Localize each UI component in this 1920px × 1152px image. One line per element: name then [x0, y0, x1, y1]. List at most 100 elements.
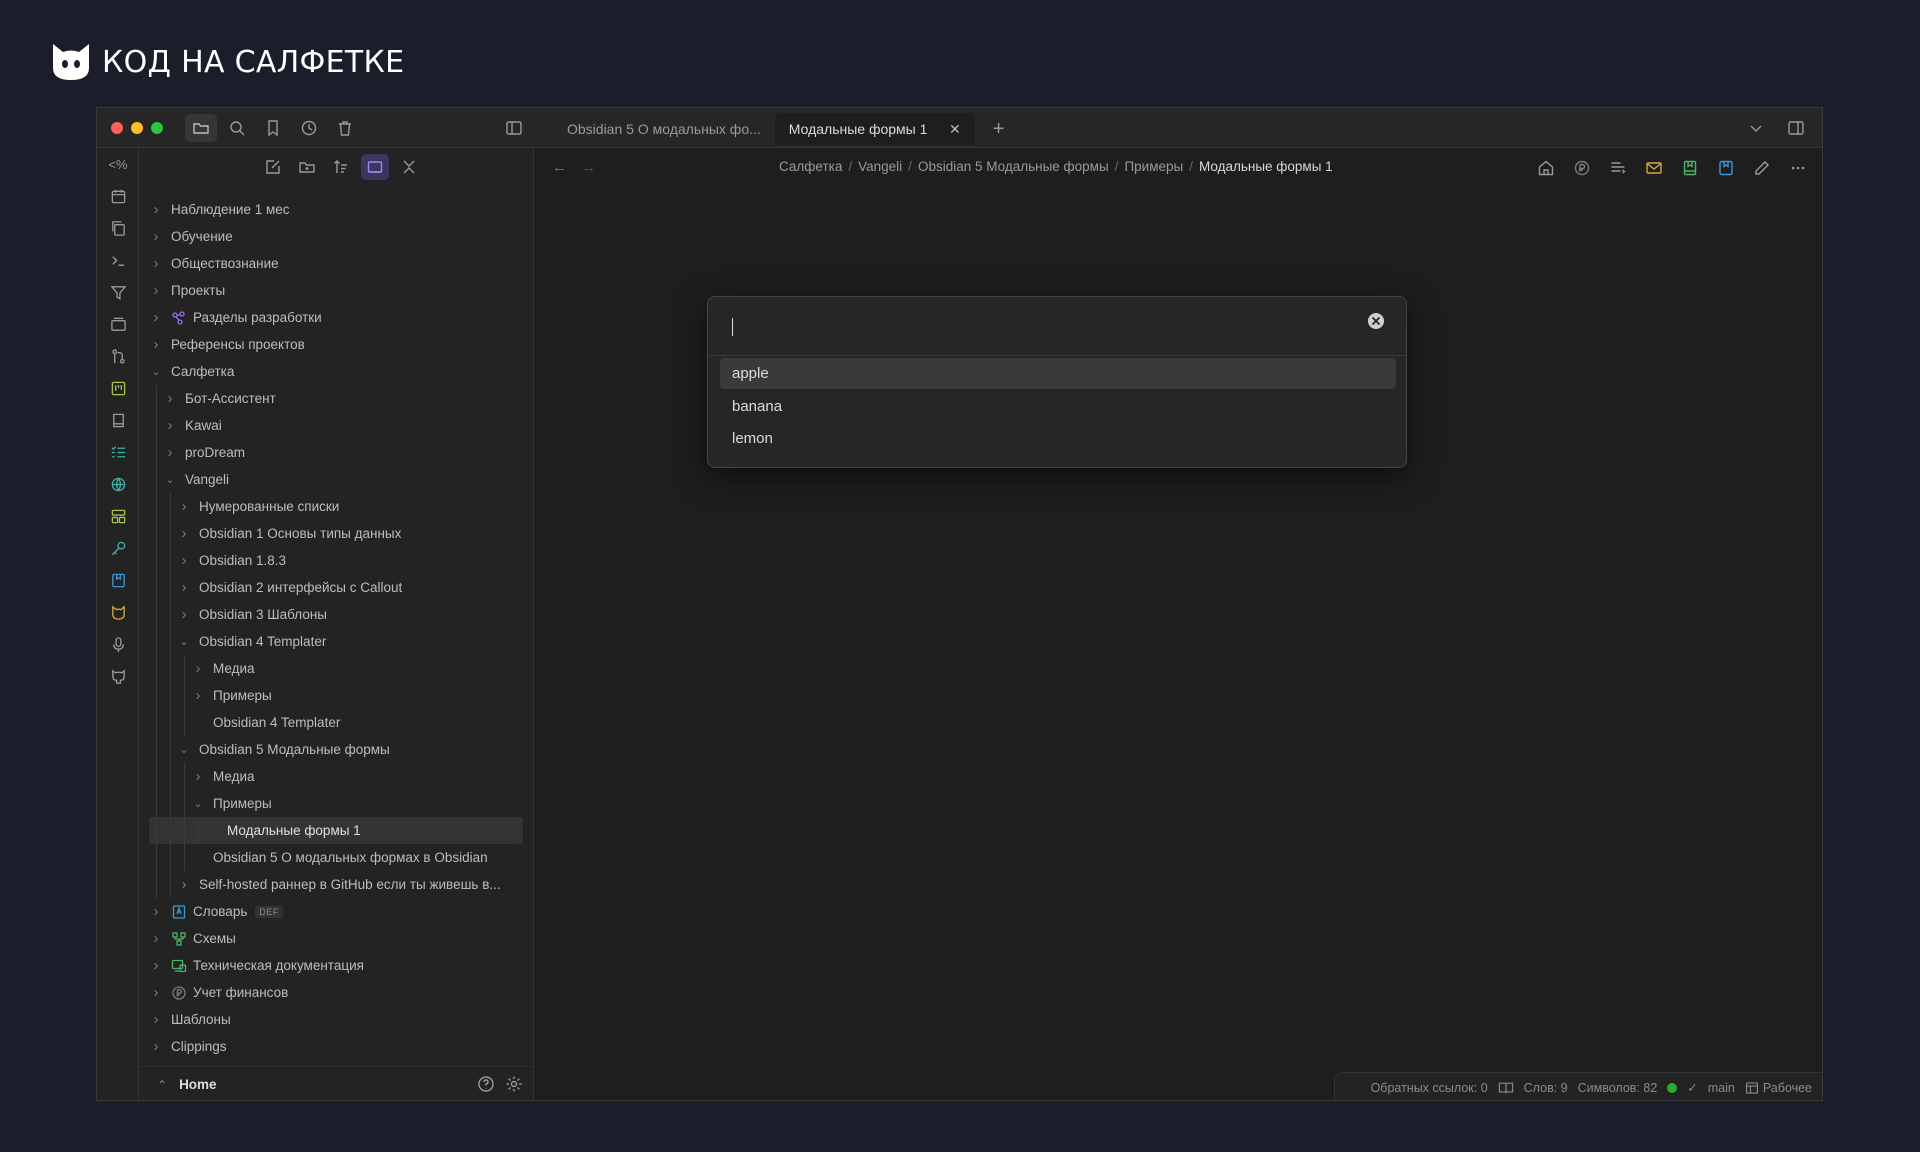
back-arrow-icon[interactable]: ←: [552, 159, 567, 176]
chevron-right-icon[interactable]: ›: [149, 1038, 163, 1055]
chevron-right-icon[interactable]: ›: [191, 660, 205, 677]
chevron-right-icon[interactable]: ›: [149, 282, 163, 299]
collapse-all-icon[interactable]: [395, 154, 423, 180]
tab-modal-forms-1[interactable]: Модальные формы 1 ✕: [774, 113, 975, 145]
folder-item[interactable]: ⌄ Салфетка: [139, 358, 533, 385]
folder-item[interactable]: › Obsidian 2 интерфейсы с Callout: [139, 574, 533, 601]
chevron-right-icon[interactable]: ›: [163, 417, 177, 434]
file-item[interactable]: Модальные формы 1: [149, 817, 523, 844]
terminal-icon[interactable]: [97, 244, 139, 276]
folder-item[interactable]: › Clippings: [139, 1033, 533, 1060]
search-icon[interactable]: [221, 114, 253, 142]
chevron-down-icon[interactable]: [1740, 114, 1772, 142]
folder-item[interactable]: › Референсы проектов: [139, 331, 533, 358]
clear-input-icon[interactable]: [1366, 311, 1386, 331]
folder-item[interactable]: › Учет финансов: [139, 979, 533, 1006]
suggestion-item[interactable]: lemon: [720, 423, 1396, 454]
folder-item[interactable]: ⌄ Obsidian 4 Templater: [139, 628, 533, 655]
chevron-right-icon[interactable]: ›: [149, 957, 163, 974]
book-green-icon[interactable]: [1674, 154, 1706, 182]
suggester-input[interactable]: [720, 309, 1396, 345]
clock-icon[interactable]: [293, 114, 325, 142]
chevron-down-icon[interactable]: ⌄: [177, 635, 191, 648]
folder-item[interactable]: ⌄ Примеры: [139, 790, 533, 817]
folder-item[interactable]: › Техническая документация: [139, 952, 533, 979]
folder-item[interactable]: › Обществознание: [139, 250, 533, 277]
copy-icon[interactable]: [97, 212, 139, 244]
folder-item[interactable]: › Obsidian 1 Основы типы данных: [139, 520, 533, 547]
file-item[interactable]: Obsidian 4 Templater: [139, 709, 533, 736]
sync-status-dot[interactable]: [1667, 1082, 1678, 1093]
new-note-icon[interactable]: [259, 154, 287, 180]
dashboard-icon[interactable]: [97, 500, 139, 532]
filter-icon[interactable]: [97, 276, 139, 308]
book-icon[interactable]: [97, 404, 139, 436]
reading-mode-icon[interactable]: [1498, 1081, 1514, 1095]
trash-icon[interactable]: [329, 114, 361, 142]
folder-item[interactable]: › proDream: [139, 439, 533, 466]
bookmark-blue-icon[interactable]: [97, 564, 139, 596]
close-window-button[interactable]: [111, 122, 123, 134]
backlinks-count[interactable]: Обратных ссылок: 0: [1371, 1081, 1488, 1095]
folder-item[interactable]: › Наблюдение 1 мес: [139, 196, 533, 223]
chevron-down-icon[interactable]: ⌄: [177, 743, 191, 756]
edit-icon[interactable]: [1746, 154, 1778, 182]
chevron-right-icon[interactable]: ›: [149, 930, 163, 947]
key-icon[interactable]: [97, 532, 139, 564]
folder-item[interactable]: ⌄ Vangeli: [139, 466, 533, 493]
folder-item[interactable]: › Примеры: [139, 682, 533, 709]
chevron-down-icon[interactable]: ⌄: [191, 797, 205, 810]
bookmark-blue-icon[interactable]: [1710, 154, 1742, 182]
templater-icon[interactable]: <%: [97, 148, 139, 180]
new-folder-icon[interactable]: [293, 154, 321, 180]
chevron-right-icon[interactable]: ›: [163, 444, 177, 461]
breadcrumb-item[interactable]: Примеры: [1124, 159, 1183, 174]
close-tab-icon[interactable]: ✕: [949, 121, 961, 138]
chevron-down-icon[interactable]: ⌄: [149, 365, 163, 378]
kanban-icon[interactable]: [97, 372, 139, 404]
chevron-right-icon[interactable]: ›: [149, 228, 163, 245]
zoom-window-button[interactable]: [151, 122, 163, 134]
chevron-right-icon[interactable]: ›: [163, 390, 177, 407]
chevron-right-icon[interactable]: ›: [177, 579, 191, 596]
toggle-right-sidebar-icon[interactable]: [1780, 114, 1812, 142]
chevron-right-icon[interactable]: ›: [177, 498, 191, 515]
chevron-right-icon[interactable]: ›: [177, 876, 191, 893]
mic-icon[interactable]: [97, 628, 139, 660]
folder-item[interactable]: › Медиа: [139, 655, 533, 682]
cat-icon[interactable]: [97, 596, 139, 628]
tab-obsidian-5-modal[interactable]: Obsidian 5 О модальных фо...: [553, 113, 775, 145]
check-icon[interactable]: ✓: [1687, 1080, 1697, 1095]
chevron-right-icon[interactable]: ›: [149, 255, 163, 272]
chevron-down-icon[interactable]: ⌄: [163, 473, 177, 486]
money-icon[interactable]: [1566, 154, 1598, 182]
chevron-right-icon[interactable]: ›: [149, 1011, 163, 1028]
breadcrumb-item[interactable]: Vangeli: [858, 159, 902, 174]
folder-item[interactable]: › Обучение: [139, 223, 533, 250]
folder-item[interactable]: › Obsidian 3 Шаблоны: [139, 601, 533, 628]
sort-icon[interactable]: [327, 154, 355, 180]
toggle-left-sidebar-icon[interactable]: [498, 114, 530, 142]
folder-item[interactable]: › Схемы: [139, 925, 533, 952]
folder-item[interactable]: › Проекты: [139, 277, 533, 304]
minimize-window-button[interactable]: [131, 122, 143, 134]
folder-item[interactable]: › Словарь DEF: [139, 898, 533, 925]
folder-item[interactable]: › Self-hosted раннер в GitHub если ты жив…: [139, 871, 533, 898]
bookmark-icon[interactable]: [257, 114, 289, 142]
settings-icon[interactable]: [505, 1075, 523, 1093]
folder-item[interactable]: › Kawai: [139, 412, 533, 439]
git-branch[interactable]: main: [1708, 1081, 1735, 1095]
breadcrumb-item[interactable]: Obsidian 5 Модальные формы: [918, 159, 1109, 174]
breadcrumb-current[interactable]: Модальные формы 1: [1199, 159, 1333, 174]
new-tab-icon[interactable]: +: [993, 118, 1005, 141]
forward-arrow-icon[interactable]: →: [581, 159, 596, 176]
suggestion-item[interactable]: banana: [720, 391, 1396, 422]
chevron-right-icon[interactable]: ›: [149, 336, 163, 353]
chevron-right-icon[interactable]: ›: [149, 309, 163, 326]
folder-item[interactable]: › Бот-Ассистент: [139, 385, 533, 412]
breadcrumb-item[interactable]: Салфетка: [779, 159, 842, 174]
layers-icon[interactable]: [97, 308, 139, 340]
git-icon[interactable]: [97, 340, 139, 372]
suggestion-item[interactable]: apple: [720, 358, 1396, 389]
folder-item[interactable]: › Шаблоны: [139, 1006, 533, 1033]
